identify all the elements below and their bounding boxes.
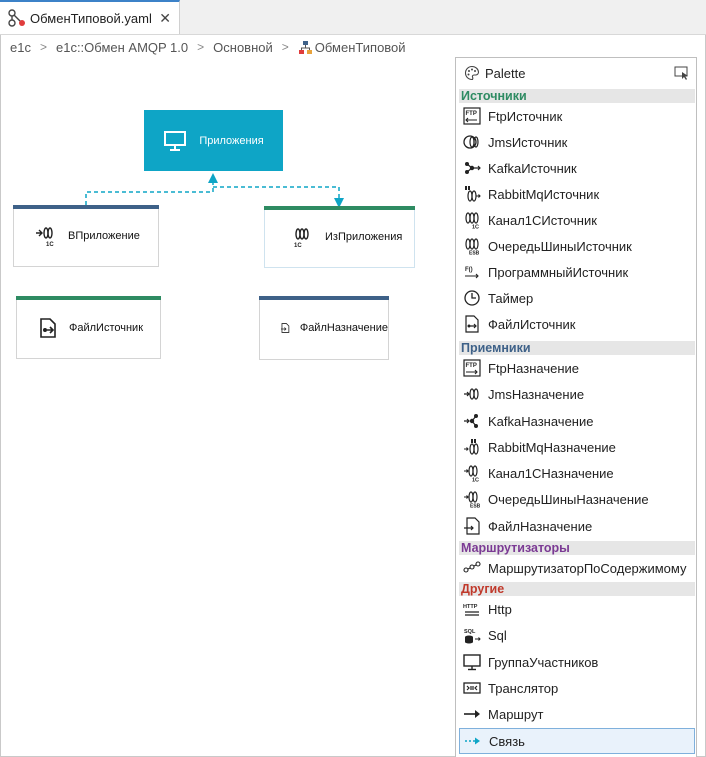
ftp-source-icon: FTP — [463, 107, 481, 125]
node-from-app[interactable]: 1C ИзПриложения — [264, 206, 415, 268]
clock-icon — [464, 290, 480, 306]
category-receivers[interactable]: Приемники — [459, 341, 695, 355]
breadcrumb-item-project[interactable]: e1c — [10, 40, 31, 55]
palette-item-rabbitmq-target[interactable]: RabbitMqНазначение — [459, 434, 695, 460]
node-applications[interactable]: Приложения — [144, 110, 283, 171]
file-target-icon — [280, 323, 290, 333]
channel-1c-target-icon: 1C — [464, 465, 479, 483]
channel-1c-target-icon: 1C — [36, 227, 54, 247]
svg-text:ESB: ESB — [469, 251, 480, 256]
node-file-source[interactable]: ФайлИсточник — [16, 296, 161, 359]
svg-text:ESB: ESB — [470, 504, 481, 509]
tab-title: ОбменТиповой.yaml — [30, 10, 152, 26]
category-sources[interactable]: Источники — [459, 89, 695, 103]
rabbitmq-source-icon — [465, 186, 481, 202]
palette-item-http[interactable]: HTTP Http — [459, 596, 695, 622]
node-label: ФайлНазначение — [299, 322, 388, 334]
palette-item-channel1c-target[interactable]: 1C Канал1СНазначение — [459, 460, 695, 486]
node-label: ВПриложение — [68, 230, 140, 242]
file-source-icon — [465, 315, 479, 333]
channel-1c-source-icon: 1C — [294, 228, 309, 248]
bus-queue-target-icon: ESB — [464, 491, 481, 509]
palette-panel: Palette Источники FTP FtpИсточник JmsИст… — [455, 57, 697, 757]
palette-item-jms-target[interactable]: JmsНазначение — [459, 381, 695, 407]
arrow-right-icon — [464, 710, 480, 718]
chevron-right-icon: > — [281, 40, 289, 54]
svg-text:FTP: FTP — [466, 363, 477, 369]
http-icon: HTTP — [463, 604, 479, 616]
file-source-icon — [40, 317, 56, 338]
breadcrumb: e1c > e1c::Обмен AMQP 1.0 > Основной > О… — [10, 38, 406, 56]
breadcrumb-item-exchange[interactable]: e1c::Обмен AMQP 1.0 — [56, 40, 188, 55]
diagram-canvas[interactable]: Приложения 1C ВПриложение 1C ИзПриложени… — [0, 58, 455, 755]
palette-item-kafka-target[interactable]: KafkaНазначение — [459, 408, 695, 434]
channel-1c-source-icon: 1C — [465, 212, 479, 230]
jms-target-icon — [464, 388, 479, 400]
breadcrumb-item-diagram[interactable]: ОбменТиповой — [315, 40, 406, 55]
palette-item-kafka-source[interactable]: KafkaИсточник — [459, 155, 695, 181]
palette-item-ftp-source[interactable]: FTP FtpИсточник — [459, 103, 695, 129]
svg-text:F(): F() — [465, 267, 473, 273]
svg-text:1C: 1C — [294, 243, 302, 248]
svg-text:1C: 1C — [46, 242, 54, 247]
palette-item-channel1c-source[interactable]: 1C Канал1СИсточник — [459, 207, 695, 233]
editor-tab[interactable]: ОбменТиповой.yaml ✕ — [0, 0, 180, 34]
palette-item-link[interactable]: Связь — [459, 728, 695, 754]
node-in-app[interactable]: 1C ВПриложение — [13, 205, 159, 267]
palette-header: Palette — [456, 58, 696, 88]
palette-item-sql[interactable]: SQL Sql — [459, 622, 695, 648]
palette-item-participant-group[interactable]: ГруппаУчастников — [459, 649, 695, 675]
editor-tab-bar: ОбменТиповой.yaml ✕ — [0, 0, 706, 35]
kafka-source-icon — [465, 162, 481, 174]
translator-icon — [463, 682, 481, 694]
content-router-icon — [463, 561, 481, 573]
category-routers[interactable]: Маршрутизаторы — [459, 541, 695, 555]
palette-item-content-router[interactable]: МаршрутизаторПоСодержимому — [459, 555, 695, 581]
chevron-right-icon: > — [197, 40, 205, 54]
chevron-right-icon: > — [39, 40, 47, 54]
palette-item-translator[interactable]: Транслятор — [459, 675, 695, 701]
palette-item-rabbitmq-source[interactable]: RabbitMqИсточник — [459, 181, 695, 207]
palette-item-bus-queue-source[interactable]: ESB ОчередьШиныИсточник — [459, 233, 695, 259]
jms-source-icon — [463, 135, 479, 149]
palette-item-timer[interactable]: Таймер — [459, 285, 695, 311]
bus-queue-source-icon: ESB — [465, 238, 480, 256]
palette-item-file-source[interactable]: ФайлИсточник — [459, 311, 695, 337]
palette-icon — [464, 65, 480, 81]
palette-item-ftp-target[interactable]: FTP FtpНазначение — [459, 355, 695, 381]
rabbitmq-target-icon — [464, 439, 479, 455]
palette-item-program-source[interactable]: F() ПрограммныйИсточник — [459, 259, 695, 285]
palette-item-file-target[interactable]: ФайлНазначение — [459, 513, 695, 539]
palette-item-jms-source[interactable]: JmsИсточник — [459, 129, 695, 155]
category-other[interactable]: Другие — [459, 582, 695, 596]
node-label: ФайлИсточник — [69, 321, 144, 334]
node-file-target[interactable]: ФайлНазначение — [259, 296, 389, 360]
file-target-icon — [464, 517, 480, 535]
svg-text:FTP: FTP — [466, 111, 477, 117]
program-source-icon: F() — [465, 267, 479, 279]
kafka-target-icon — [464, 414, 478, 428]
exchange-diagram-icon — [298, 40, 312, 54]
monitor-icon — [164, 130, 187, 151]
dashed-arrow-icon — [465, 737, 480, 745]
ftp-target-icon: FTP — [463, 359, 481, 377]
exchange-file-icon — [8, 9, 25, 27]
database-icon: SQL — [464, 629, 481, 644]
svg-text:HTTP: HTTP — [463, 604, 478, 610]
palette-title: Palette — [485, 65, 526, 81]
palette-item-bus-queue-target[interactable]: ESB ОчередьШиныНазначение — [459, 486, 695, 512]
select-tool-icon[interactable] — [674, 66, 690, 80]
svg-text:1C: 1C — [472, 478, 479, 483]
svg-text:SQL: SQL — [464, 629, 476, 635]
node-label: Приложения — [199, 134, 264, 147]
breadcrumb-item-main[interactable]: Основной — [213, 40, 273, 55]
palette-item-route[interactable]: Маршрут — [459, 701, 695, 727]
node-label: ИзПриложения — [325, 231, 403, 243]
svg-text:1C: 1C — [472, 225, 479, 230]
monitor-icon — [463, 654, 481, 671]
close-icon[interactable]: ✕ — [159, 10, 171, 27]
